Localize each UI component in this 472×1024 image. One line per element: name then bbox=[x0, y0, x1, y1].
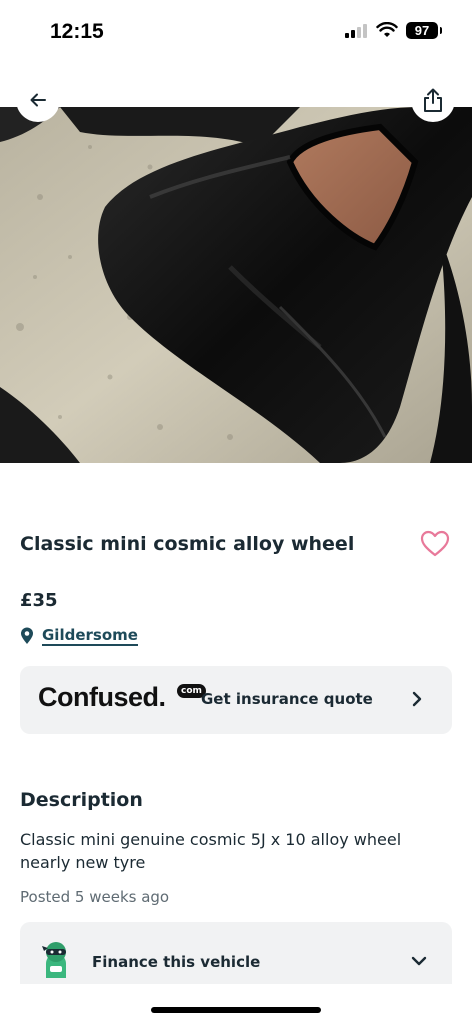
back-button[interactable] bbox=[16, 78, 60, 122]
cellular-signal-icon bbox=[345, 24, 369, 38]
description-heading: Description bbox=[20, 789, 143, 811]
listing-title: Classic mini cosmic alloy wheel bbox=[20, 533, 355, 555]
wifi-icon bbox=[376, 22, 398, 37]
ninja-mascot-icon bbox=[42, 942, 66, 978]
description-body: Classic mini genuine cosmic 5J x 10 allo… bbox=[20, 830, 402, 872]
location-link[interactable]: Gildersome bbox=[20, 626, 138, 646]
battery-indicator: 97 bbox=[406, 22, 442, 39]
posted-date: Posted 5 weeks ago bbox=[20, 888, 170, 906]
listing-photo[interactable] bbox=[0, 107, 472, 463]
share-button[interactable] bbox=[411, 78, 455, 122]
map-pin-icon bbox=[21, 627, 33, 644]
finance-vehicle-card[interactable]: Finance this vehicle bbox=[20, 922, 452, 984]
share-icon bbox=[424, 88, 442, 112]
insurance-quote-label: Get insurance quote bbox=[201, 690, 373, 708]
status-bar: 12:15 97 bbox=[0, 0, 472, 60]
heart-outline-icon[interactable] bbox=[420, 530, 450, 558]
chevron-down-icon bbox=[411, 956, 427, 966]
listing-price: £35 bbox=[20, 590, 58, 611]
arrow-left-icon bbox=[30, 93, 46, 107]
confused-logo: Confused. bbox=[38, 682, 166, 712]
wheel-photo-illustration bbox=[0, 107, 472, 463]
location-name: Gildersome bbox=[42, 626, 138, 646]
status-time: 12:15 bbox=[50, 20, 104, 43]
finance-vehicle-label: Finance this vehicle bbox=[92, 953, 261, 971]
chevron-right-icon bbox=[412, 691, 422, 707]
insurance-quote-card[interactable]: Confused. com Get insurance quote bbox=[20, 666, 452, 734]
home-indicator[interactable] bbox=[151, 1007, 321, 1013]
